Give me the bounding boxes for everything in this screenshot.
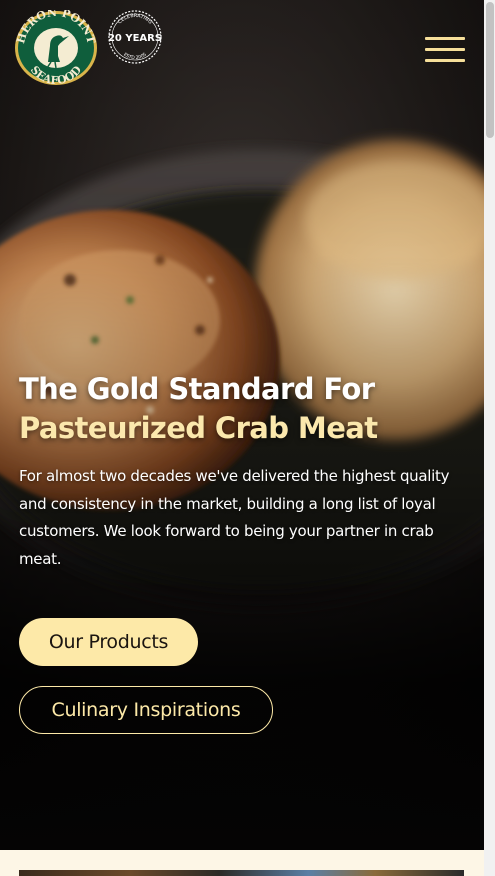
heron-point-logo[interactable]: HERON POINT SEAFOOD [14, 6, 98, 88]
scrollbar-thumb[interactable] [486, 2, 494, 138]
anniversary-badge: CELEBRATING 20 YEARS ESTD 2005 [105, 9, 165, 65]
svg-text:CELEBRATING: CELEBRATING [117, 13, 153, 26]
next-section-image [19, 870, 464, 876]
headline-line-2: Pasteurized Crab Meat [19, 411, 378, 445]
svg-text:20 YEARS: 20 YEARS [108, 33, 162, 44]
hero-intro-text: For almost two decades we've delivered t… [19, 467, 450, 568]
page: HERON POINT SEAFOOD CELEBRATING 20 YEARS… [0, 0, 495, 876]
our-products-button[interactable]: Our Products [19, 618, 198, 666]
heron-icon: HERON POINT SEAFOOD [14, 6, 98, 88]
headline-line-1: The Gold Standard For [19, 372, 375, 406]
hamburger-menu-icon[interactable] [422, 34, 468, 64]
culinary-inspirations-button[interactable]: Culinary Inspirations [19, 686, 273, 734]
hero-section: HERON POINT SEAFOOD CELEBRATING 20 YEARS… [0, 0, 484, 850]
svg-text:ESTD 2005: ESTD 2005 [122, 52, 147, 62]
hero-headline: The Gold Standard For Pasteurized Crab M… [19, 370, 469, 448]
